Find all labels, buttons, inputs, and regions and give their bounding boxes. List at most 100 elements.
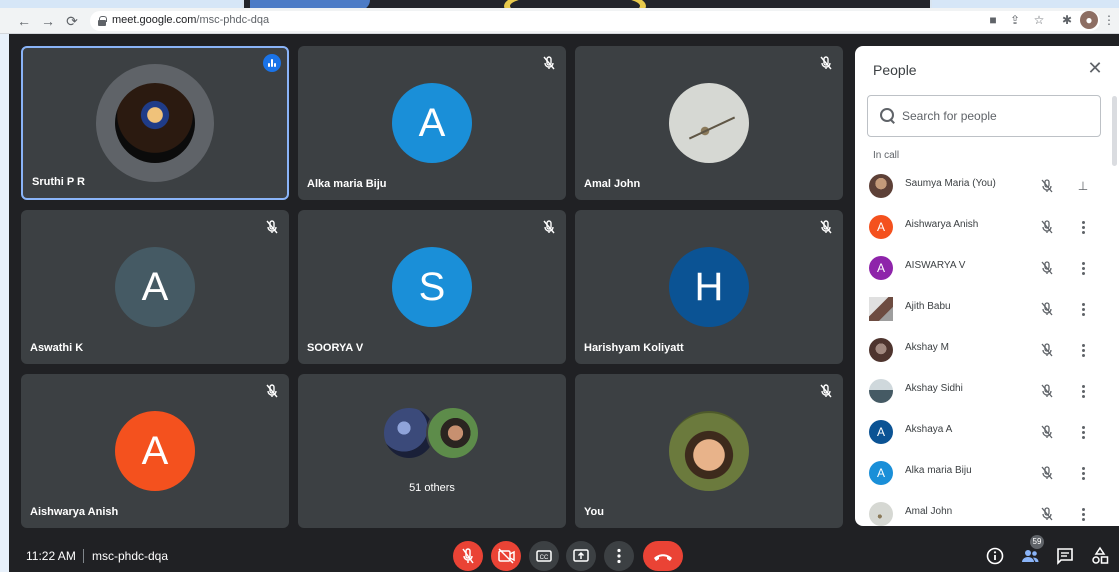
close-icon[interactable]: ✕ [1085, 58, 1105, 78]
leave-call-button[interactable] [643, 541, 683, 571]
pin-icon[interactable]: ⊥ [1076, 178, 1090, 194]
tile-name: Sruthi P R [32, 176, 85, 188]
participant-tile-others[interactable]: 51 others [298, 374, 566, 528]
avatar [426, 406, 480, 460]
avatar: A [869, 215, 893, 239]
meeting-code: msc-phdc-dqa [92, 549, 169, 563]
mic-off-icon [543, 220, 555, 234]
avatar: A [869, 420, 893, 444]
mic-off-icon [820, 220, 832, 234]
more-options-icon[interactable] [1077, 342, 1091, 358]
avatar [869, 338, 893, 362]
people-search[interactable] [867, 95, 1101, 137]
avatar [869, 174, 893, 198]
avatar [669, 411, 749, 491]
mic-off-icon[interactable] [1039, 219, 1055, 235]
back-arrow-icon[interactable]: ← [14, 11, 34, 31]
participant-tile-soorya[interactable]: S SOORYA V [298, 210, 566, 364]
mic-off-icon[interactable] [1039, 424, 1055, 440]
people-count-badge: 59 [1030, 535, 1044, 549]
more-options-icon[interactable] [1077, 465, 1091, 481]
camera-indicator-icon[interactable]: ■ [984, 11, 1002, 29]
participant-row[interactable]: A Akshaya A [855, 412, 1115, 453]
panel-scrollbar[interactable] [1112, 96, 1117, 166]
participant-row[interactable]: A Aishwarya Anish [855, 207, 1115, 248]
panel-title: People [873, 62, 917, 78]
mic-off-icon[interactable] [1039, 506, 1055, 522]
participant-tile-harishyam[interactable]: H Harishyam Koliyatt [575, 210, 843, 364]
participant-tile-sruthi[interactable]: Sruthi P R [21, 46, 289, 200]
participant-name: Aishwarya Anish [905, 219, 979, 230]
avatar [869, 297, 893, 321]
more-options-icon[interactable] [1077, 383, 1091, 399]
share-icon[interactable]: ⇪ [1006, 11, 1024, 29]
closed-captions-icon: CC [536, 550, 552, 562]
more-options-icon[interactable] [1077, 424, 1091, 440]
svg-text:CC: CC [540, 555, 549, 561]
profile-avatar[interactable]: ● [1080, 11, 1098, 29]
chat-icon [1057, 548, 1073, 565]
participant-row[interactable]: A Alka maria Biju [855, 453, 1115, 494]
search-input[interactable] [902, 106, 1092, 126]
mic-off-icon[interactable] [1039, 383, 1055, 399]
participant-name: Akshay Sidhi [905, 383, 963, 394]
more-options-icon[interactable] [1077, 260, 1091, 276]
others-avatars [382, 406, 486, 462]
participant-tile-aishwarya[interactable]: A Aishwarya Anish [21, 374, 289, 528]
chat-button[interactable] [1054, 545, 1076, 567]
avatar [869, 379, 893, 403]
participant-row[interactable]: Ajith Babu [855, 289, 1115, 330]
avatar: S [392, 247, 472, 327]
more-options-icon[interactable] [1077, 301, 1091, 317]
participant-tile-aswathi[interactable]: A Aswathi K [21, 210, 289, 364]
section-label: In call [873, 150, 900, 161]
people-panel: People ✕ In call Saumya Maria (You) ⊥ A … [855, 46, 1119, 526]
participant-name: Akshay M [905, 342, 949, 353]
url-text: meet.google.com/msc-phdc-dqa [112, 14, 270, 26]
participant-row[interactable]: Amal John [855, 494, 1115, 526]
mic-off-icon[interactable] [1039, 342, 1055, 358]
more-options-button[interactable] [604, 541, 634, 571]
participant-row[interactable]: Akshay M [855, 330, 1115, 371]
mic-off-icon[interactable] [1039, 301, 1055, 317]
meeting-details-button[interactable] [984, 545, 1006, 567]
mic-off-icon[interactable] [1039, 465, 1055, 481]
participant-row[interactable]: Saumya Maria (You) ⊥ [855, 166, 1115, 207]
participant-tile-amal[interactable]: Amal John [575, 46, 843, 200]
speaking-indicator-icon [263, 54, 281, 72]
present-screen-button[interactable] [566, 541, 596, 571]
more-options-icon[interactable] [1077, 506, 1091, 522]
extensions-icon[interactable]: ✱ [1058, 11, 1076, 29]
divider [83, 549, 84, 563]
participant-tile-alka[interactable]: A Alka maria Biju [298, 46, 566, 200]
avatar [669, 83, 749, 163]
more-options-icon[interactable] [1077, 219, 1091, 235]
more-vert-icon [617, 548, 621, 564]
participant-row[interactable]: A AISWARYA V [855, 248, 1115, 289]
present-icon [573, 549, 589, 562]
forward-arrow-icon[interactable]: → [38, 11, 58, 31]
mic-off-icon[interactable] [1039, 260, 1055, 276]
participant-row[interactable]: Akshay Sidhi [855, 371, 1115, 412]
avatar: A [115, 247, 195, 327]
mic-off-icon[interactable] [1039, 178, 1055, 194]
others-count: 51 others [409, 482, 455, 494]
bookmark-star-icon[interactable]: ☆ [1030, 11, 1048, 29]
participant-tile-you[interactable]: You [575, 374, 843, 528]
menu-kebab-icon[interactable]: ⋮ [1100, 11, 1118, 29]
info-icon [986, 547, 1004, 565]
hang-up-icon [654, 554, 672, 561]
tile-name: SOORYA V [307, 342, 364, 354]
captions-button[interactable]: CC [529, 541, 559, 571]
avatar: A [869, 256, 893, 280]
activities-button[interactable] [1089, 545, 1111, 567]
reload-icon[interactable]: ⟳ [62, 11, 82, 31]
address-bar[interactable]: meet.google.com/msc-phdc-dqa [90, 11, 1100, 31]
camera-toggle-button[interactable] [491, 541, 521, 571]
search-icon [880, 108, 896, 124]
tile-name: Aishwarya Anish [30, 506, 119, 518]
mic-toggle-button[interactable] [453, 541, 483, 571]
participant-name: AISWARYA V [905, 260, 966, 271]
mic-off-icon [543, 56, 555, 70]
activities-icon [1092, 546, 1109, 564]
